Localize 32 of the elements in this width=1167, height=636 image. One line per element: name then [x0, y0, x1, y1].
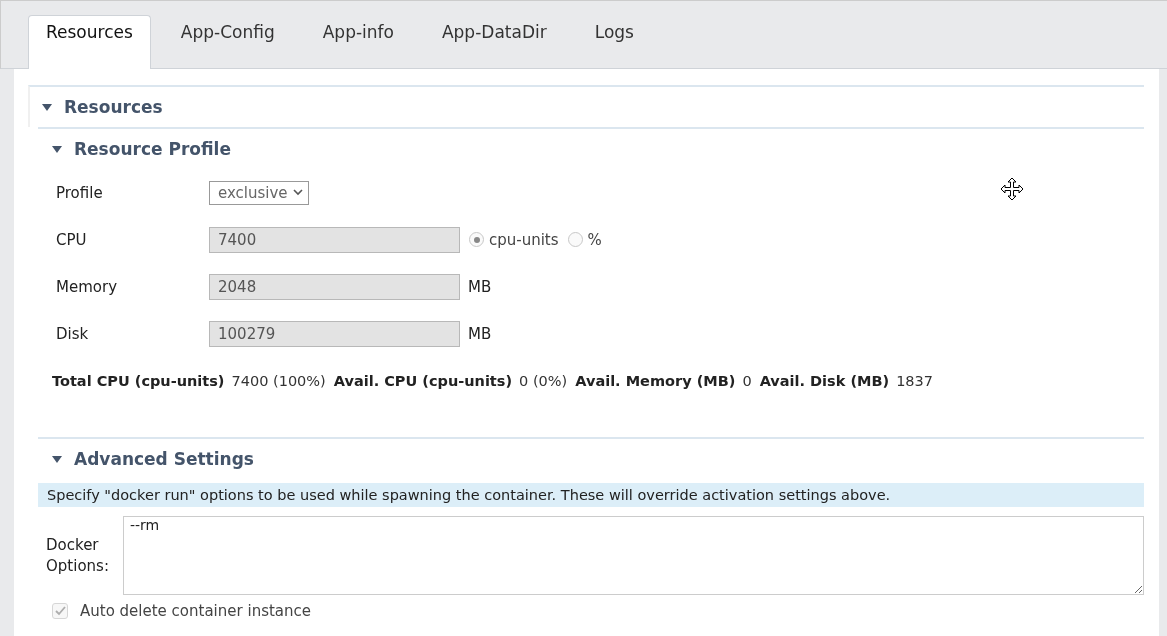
- tab[interactable]: App-Config: [162, 15, 293, 63]
- collapse-triangle-icon[interactable]: [52, 454, 62, 464]
- collapse-triangle-icon[interactable]: [42, 102, 52, 112]
- field-label: CPU: [56, 230, 88, 249]
- field-label: Disk: [56, 324, 90, 343]
- stat-label: Total CPU (cpu-units): [52, 373, 225, 389]
- tab[interactable]: App-info: [304, 15, 412, 63]
- section-title: Resources: [64, 97, 163, 117]
- collapse-triangle-icon[interactable]: [52, 144, 62, 154]
- field-label: Profile: [56, 183, 104, 202]
- stat-label: Avail. CPU (cpu-units): [333, 373, 513, 389]
- info-banner: Specify "docker run" options to be used while spawning the container. These will override activation settings above.: [38, 483, 1144, 507]
- caret-icon: [292, 189, 303, 196]
- checkbox-label: Auto delete container instance: [80, 602, 311, 620]
- stat-value: 7400 (100%): [231, 373, 326, 389]
- stat-label: Avail. Memory (MB): [575, 373, 736, 389]
- stat-value: 0: [742, 373, 752, 389]
- profile-dropdown[interactable]: exclusive: [209, 180, 309, 205]
- tab[interactable]: Logs: [576, 15, 652, 63]
- stat-value: 0 (0%): [519, 373, 568, 389]
- stat-label: Avail. Disk (MB): [759, 373, 890, 389]
- field-label: Memory: [56, 277, 118, 296]
- unit-label: MB: [468, 324, 492, 343]
- section-title: Resource Profile: [74, 139, 231, 159]
- move-cursor-icon: [1000, 177, 1024, 201]
- tab[interactable]: Resources: [28, 15, 151, 69]
- field-label: Docker Options:: [45, 534, 110, 577]
- unit-label: MB: [468, 277, 492, 296]
- stat-value: 1837: [896, 373, 934, 389]
- section-title: Advanced Settings: [74, 449, 254, 469]
- tab[interactable]: App-DataDir: [423, 15, 565, 63]
- docker-options-field[interactable]: --rm: [123, 516, 1144, 595]
